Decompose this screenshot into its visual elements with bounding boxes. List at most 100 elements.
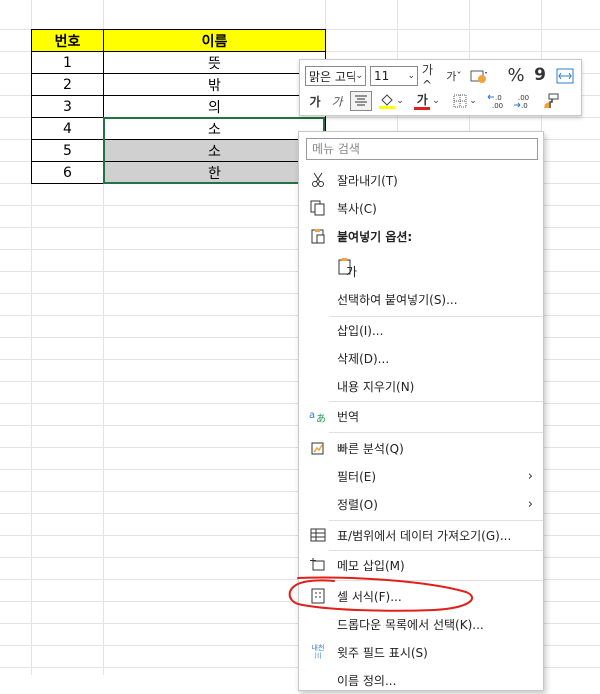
comma-style-button[interactable]: 9 <box>532 64 548 86</box>
font-size-value: 11 <box>374 69 390 83</box>
menu-item-filter[interactable]: 필터(E) › <box>299 462 543 490</box>
menu-item-label: 내용 지우기(N) <box>337 379 415 394</box>
svg-text:あ: あ <box>316 413 326 424</box>
menu-item-insert[interactable]: 삽입(I)... <box>299 316 543 344</box>
svg-text:.00: .00 <box>518 94 529 102</box>
context-menu: 잘라내기(T) 복사(C) 붙여넣기 옵션: 가 선택하여 붙여넣기(S)...… <box>298 131 544 691</box>
fill-color-icon <box>379 94 396 109</box>
merge-center-icon <box>556 68 574 84</box>
table-icon <box>309 526 327 544</box>
cell-name[interactable]: 뜻 <box>103 51 326 74</box>
paste-option-glyph: 가 <box>346 265 358 279</box>
merge-center-button[interactable] <box>554 66 576 86</box>
menu-separator <box>329 432 543 433</box>
menu-item-format-cells[interactable]: 셀 서식(F)... <box>299 582 543 610</box>
menu-item-clear-contents[interactable]: 내용 지우기(N) <box>299 372 543 400</box>
chevron-down-icon: ⌄ <box>396 96 404 106</box>
menu-item-label: 드롭다운 목록에서 선택(K)... <box>337 617 484 632</box>
fill-color-button[interactable]: ⌄ <box>376 91 406 111</box>
chevron-right-icon: › <box>527 496 533 512</box>
font-size-combo[interactable]: 11 ⌄ <box>370 66 418 86</box>
menu-item-label: 윗주 필드 표시(S) <box>337 645 428 660</box>
menu-item-paste-special[interactable]: 선택하여 붙여넣기(S)... <box>299 285 543 313</box>
cell-name-selected[interactable]: 소 <box>103 139 326 162</box>
chevron-down-icon: ⌄ <box>432 96 440 106</box>
increase-decimal-button[interactable]: .0.00 <box>486 91 508 111</box>
header-cell-name[interactable]: 이름 <box>103 29 326 52</box>
menu-item-label: 선택하여 붙여넣기(S)... <box>337 292 458 307</box>
accounting-format-button[interactable] <box>468 66 492 86</box>
menu-item-label: 삭제(D)... <box>337 351 390 366</box>
percent-style-button[interactable]: % <box>506 64 526 86</box>
chevron-down-icon: ⌄ <box>355 71 363 81</box>
cell-number[interactable]: 1 <box>31 51 104 74</box>
format-cells-icon <box>309 587 327 605</box>
chevron-down-icon: ⌄ <box>407 71 415 81</box>
font-name-combo[interactable]: 맑은 고딕 ⌄ <box>305 66 366 86</box>
chevron-down-icon: ⌄ <box>469 96 477 106</box>
accounting-format-icon <box>470 70 487 83</box>
menu-separator <box>329 580 543 581</box>
menu-item-label: 셀 서식(F)... <box>337 589 402 604</box>
menu-item-show-phonetic-field[interactable]: 내천 川 윗주 필드 표시(S) <box>299 638 543 666</box>
menu-item-sort[interactable]: 정렬(O) › <box>299 490 543 518</box>
menu-item-insert-comment[interactable]: 메모 삽입(M) <box>299 551 543 579</box>
chevron-right-icon: › <box>527 468 533 484</box>
menu-item-label: 표/범위에서 데이터 가져오기(G)... <box>337 528 512 543</box>
menu-item-quick-analysis[interactable]: 빠른 분석(Q) <box>299 434 543 462</box>
italic-button[interactable]: 가 <box>328 91 346 111</box>
format-painter-icon <box>544 93 559 108</box>
align-center-button[interactable] <box>350 91 372 111</box>
menu-item-label: 필터(E) <box>337 469 377 484</box>
svg-text:.0: .0 <box>521 102 528 110</box>
svg-text:.00: .00 <box>492 102 503 110</box>
menu-item-delete[interactable]: 삭제(D)... <box>299 344 543 372</box>
increase-decimal-icon: .0.00 <box>487 94 503 110</box>
menu-item-pick-from-dropdown[interactable]: 드롭다운 목록에서 선택(K)... <box>299 610 543 638</box>
menu-item-label: 메모 삽입(M) <box>337 558 405 573</box>
borders-button[interactable]: ⌄ <box>450 91 480 111</box>
menu-item-label: 빠른 분석(Q) <box>337 441 404 456</box>
quick-analysis-icon <box>309 439 327 457</box>
menu-item-cut[interactable]: 잘라내기(T) <box>299 166 543 194</box>
cell-name-selected[interactable]: 한 <box>103 161 326 184</box>
comment-icon <box>309 556 327 574</box>
menu-item-label: 붙여넣기 옵션: <box>337 229 413 244</box>
menu-item-paste-options: 붙여넣기 옵션: <box>299 222 543 250</box>
font-color-button[interactable]: 가 ⌄ <box>412 91 442 111</box>
menu-item-label: 복사(C) <box>337 201 377 216</box>
translate-icon: aあ <box>309 407 327 425</box>
header-cell-number[interactable]: 번호 <box>31 29 104 52</box>
borders-icon <box>453 94 467 108</box>
bold-button[interactable]: 가 <box>306 91 324 111</box>
cell-number[interactable]: 2 <box>31 73 104 96</box>
cell-name[interactable]: 소 <box>103 117 326 140</box>
copy-icon <box>309 199 327 217</box>
menu-search-input[interactable] <box>306 138 538 160</box>
decrease-decimal-button[interactable]: .00.0 <box>512 91 534 111</box>
scissors-icon <box>309 171 327 189</box>
paste-option-keep-source[interactable]: 가 <box>299 254 543 282</box>
menu-item-label: 정렬(O) <box>337 497 378 512</box>
decrease-font-size-button[interactable]: 가ˇ <box>444 66 464 86</box>
svg-text:a: a <box>309 410 315 421</box>
mini-toolbar: 맑은 고딕 ⌄ 11 ⌄ 가^ 가ˇ % 9 가 가 ⌄ 가 ⌄ ⌄ .0.00… <box>299 59 582 116</box>
cell-number[interactable]: 6 <box>31 161 104 184</box>
increase-font-size-button[interactable]: 가^ <box>422 63 442 92</box>
svg-text:.0: .0 <box>495 94 502 102</box>
format-painter-button[interactable] <box>540 91 562 111</box>
menu-item-define-name[interactable]: 이름 정의... <box>299 666 543 694</box>
paste-icon <box>309 227 327 245</box>
menu-item-copy[interactable]: 복사(C) <box>299 194 543 222</box>
cell-number[interactable]: 4 <box>31 117 104 140</box>
align-center-icon <box>355 95 367 106</box>
cell-name[interactable]: 밖 <box>103 73 326 96</box>
cell-number[interactable]: 3 <box>31 95 104 118</box>
cell-number[interactable]: 5 <box>31 139 104 162</box>
menu-item-get-data-from-table[interactable]: 표/범위에서 데이터 가져오기(G)... <box>299 521 543 549</box>
cell-name[interactable]: 의 <box>103 95 326 118</box>
decrease-decimal-icon: .00.0 <box>514 94 529 110</box>
phonetic-icon: 내천 川 <box>311 644 325 660</box>
font-color-glyph: 가 <box>414 93 431 110</box>
menu-item-translate[interactable]: aあ 번역 <box>299 402 543 430</box>
